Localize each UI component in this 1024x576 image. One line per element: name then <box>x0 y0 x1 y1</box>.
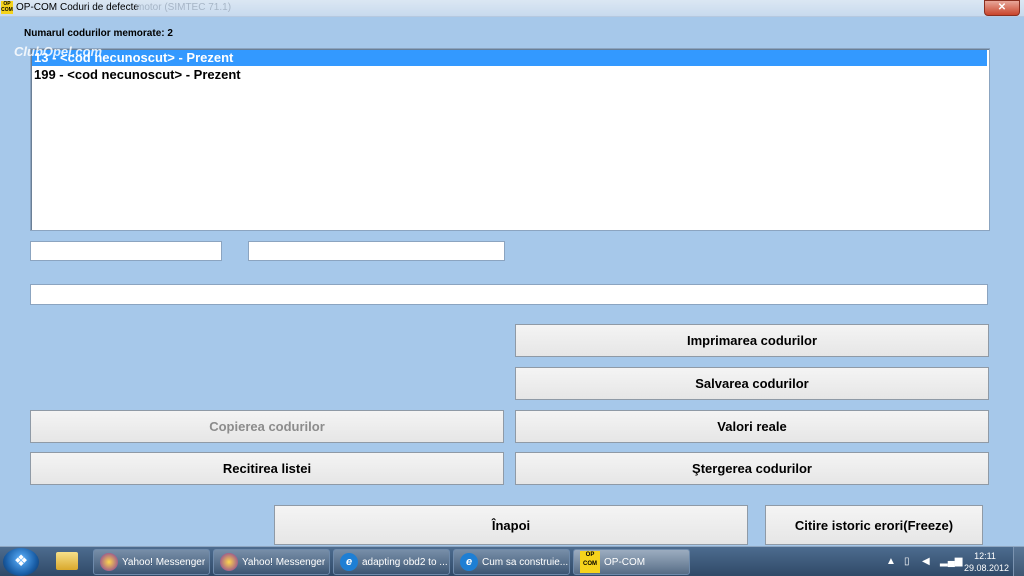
erase-codes-button[interactable]: Ştergerea codurilor <box>515 452 989 485</box>
freeze-history-button[interactable]: Citire istoric erori(Freeze) <box>765 505 983 545</box>
window-title: Coduri de defecte <box>60 2 139 13</box>
device-icon[interactable]: ▯ <box>904 556 910 567</box>
list-item[interactable]: 199 - <cod necunoscut> - Prezent <box>32 67 987 83</box>
stored-codes-count: Numarul codurilor memorate: 2 <box>24 28 173 39</box>
start-button[interactable]: ❖ <box>3 548 39 576</box>
taskbar-item-opcom[interactable]: OP COM OP-COM <box>573 549 690 575</box>
close-icon: ✕ <box>997 2 1007 13</box>
code-detail-field-left[interactable] <box>30 241 222 261</box>
opcom-icon: OP COM <box>580 551 600 573</box>
clock-time: 12:11 <box>974 551 996 561</box>
close-button[interactable]: ✕ <box>984 0 1020 16</box>
network-signal-icon[interactable]: ▂▄▆ <box>940 556 962 567</box>
app-name: OP-COM <box>16 2 58 13</box>
taskbar-item-browser[interactable]: e adapting obd2 to ... <box>333 549 450 575</box>
list-item[interactable]: 13 - <cod necunoscut> - Prezent <box>32 50 987 66</box>
clock-date: 29.08.2012 <box>964 563 1010 573</box>
code-description-field[interactable] <box>30 284 988 305</box>
taskbar: ❖ Yahoo! Messenger Yahoo! Messenger e ad… <box>0 546 1024 576</box>
live-values-button[interactable]: Valori reale <box>515 410 989 443</box>
print-codes-button[interactable]: Imprimarea codurilor <box>515 324 989 357</box>
reread-list-button[interactable]: Recitirea listei <box>30 452 504 485</box>
watermark: ClubOpel.com <box>14 44 103 59</box>
opcom-logo-icon: OP COM <box>1 1 13 14</box>
back-button[interactable]: Înapoi <box>274 505 748 545</box>
system-tray: ▲ ▯ ◀ ▂▄▆ 12:11 29.08.2012 <box>880 547 1024 576</box>
chevron-up-icon[interactable]: ▲ <box>886 556 896 567</box>
volume-icon[interactable]: ◀ <box>922 556 930 567</box>
folder-icon[interactable] <box>56 552 78 570</box>
internet-explorer-icon: e <box>340 553 358 571</box>
copy-codes-button[interactable]: Copierea codurilor <box>30 410 504 443</box>
taskbar-item-browser[interactable]: e Cum sa construie... <box>453 549 570 575</box>
title-bar: OP COM OP-COM Coduri de defecte motor (SI… <box>0 0 1024 17</box>
windows-logo-icon: ❖ <box>13 553 29 570</box>
taskbar-item-yahoo-messenger[interactable]: Yahoo! Messenger <box>213 549 330 575</box>
yahoo-messenger-icon <box>220 553 238 571</box>
internet-explorer-icon: e <box>460 553 478 571</box>
show-desktop-button[interactable] <box>1013 547 1024 576</box>
save-codes-button[interactable]: Salvarea codurilor <box>515 367 989 400</box>
taskbar-item-yahoo-messenger[interactable]: Yahoo! Messenger <box>93 549 210 575</box>
clock[interactable]: 12:11 29.08.2012 <box>964 550 1010 574</box>
yahoo-messenger-icon <box>100 553 118 571</box>
fault-codes-list[interactable]: 13 - <cod necunoscut> - Prezent 199 - <c… <box>30 48 990 231</box>
code-detail-field-right[interactable] <box>248 241 505 261</box>
window-subtitle: motor (SIMTEC 71.1) <box>136 2 232 13</box>
